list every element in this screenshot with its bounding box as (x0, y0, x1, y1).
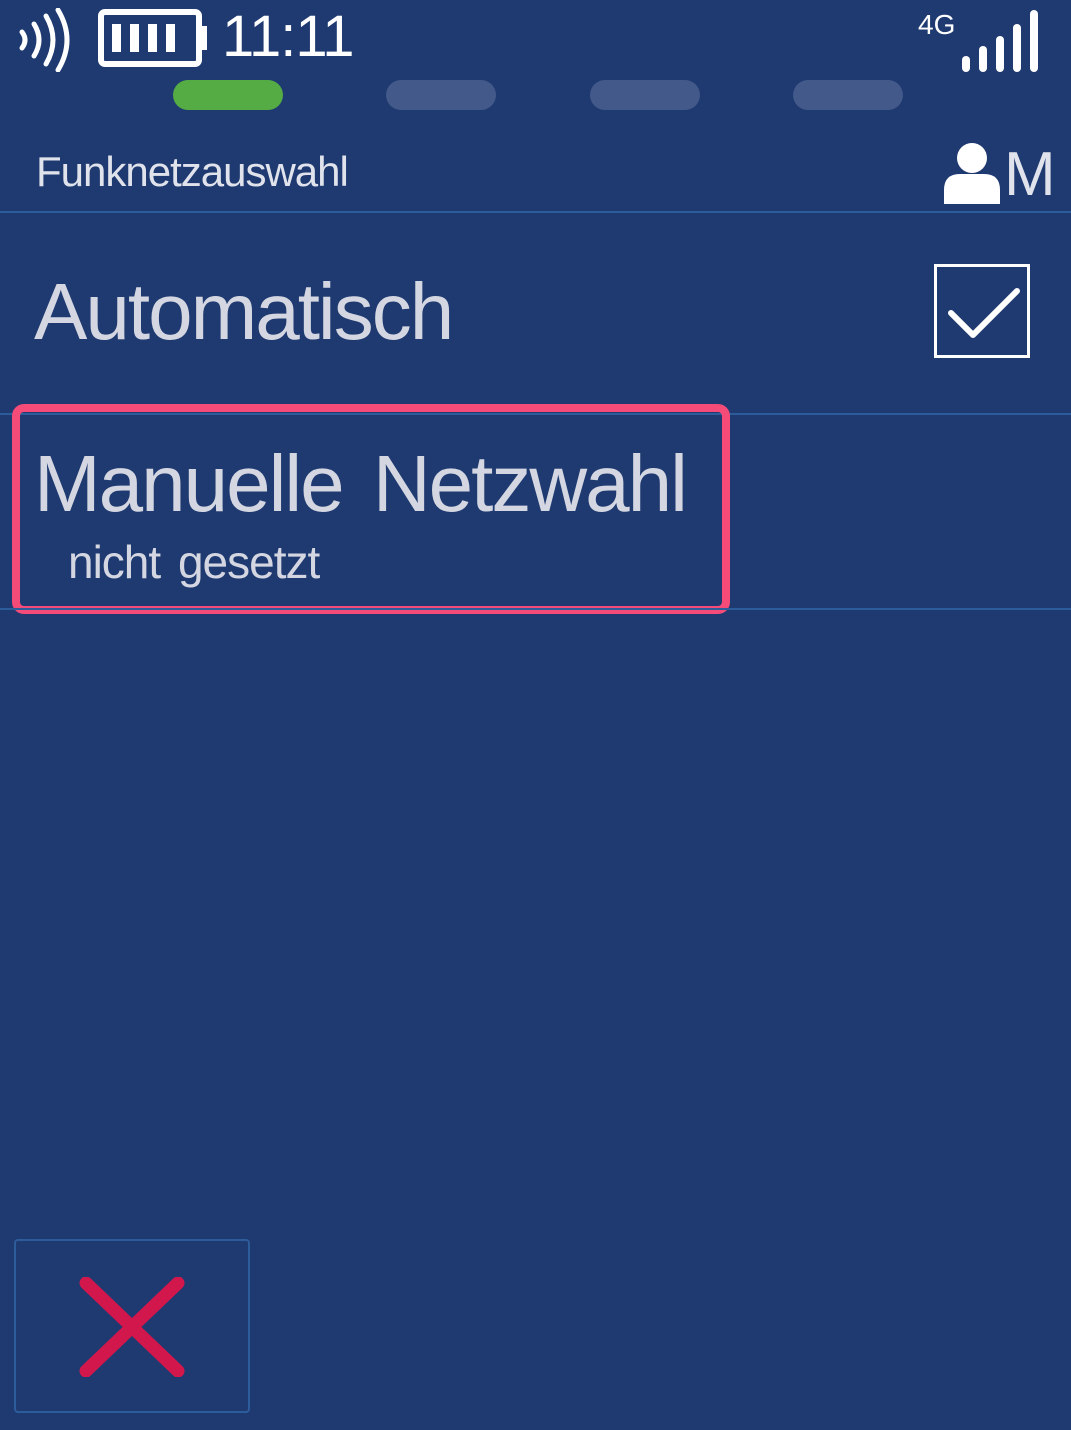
page-indicator-3 (590, 80, 700, 110)
network-type-label: 4G (918, 9, 956, 40)
cancel-button[interactable] (14, 1239, 250, 1413)
page-indicator-2 (386, 80, 496, 110)
battery-icon (98, 9, 207, 67)
item-divider (0, 608, 1071, 610)
page-indicator-4 (793, 80, 903, 110)
manual-network-label[interactable]: Manuelle Netzwahl (34, 438, 688, 530)
automatic-option-label[interactable]: Automatisch (34, 266, 454, 358)
user-icon (944, 143, 1000, 204)
page-indicator-1 (173, 80, 283, 110)
signal-icon (962, 10, 1038, 72)
close-icon (79, 1277, 185, 1377)
user-mode-label: M (1004, 140, 1056, 209)
nfc-icon (19, 8, 70, 72)
manual-network-status: nicht gesetzt (68, 536, 320, 588)
status-time: 11:11 (222, 4, 355, 69)
checkmark-icon (948, 288, 1020, 338)
automatic-checkbox[interactable] (934, 264, 1030, 358)
page-title: Funknetzauswahl (36, 148, 349, 195)
header-divider (0, 211, 1071, 213)
